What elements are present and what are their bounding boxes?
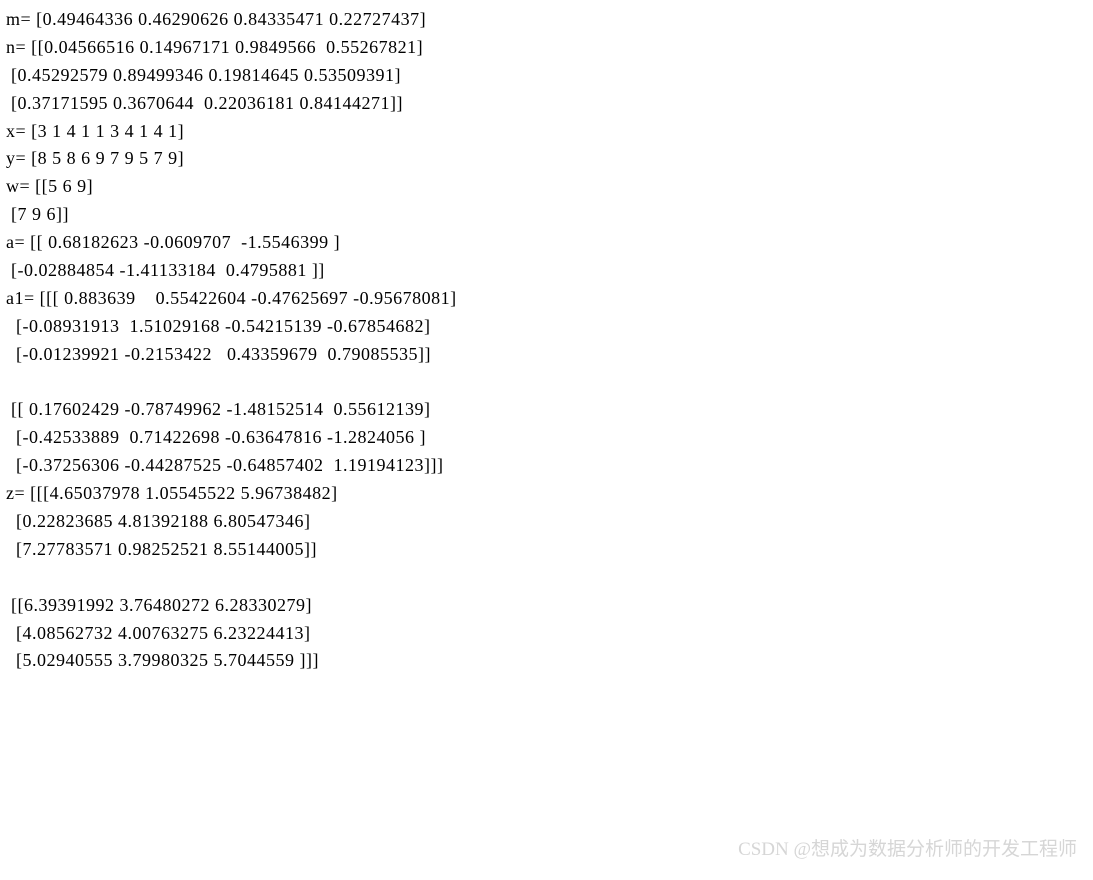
- code-output: m= [0.49464336 0.46290626 0.84335471 0.2…: [6, 6, 1087, 675]
- csdn-watermark: CSDN @想成为数据分析师的开发工程师: [738, 835, 1077, 864]
